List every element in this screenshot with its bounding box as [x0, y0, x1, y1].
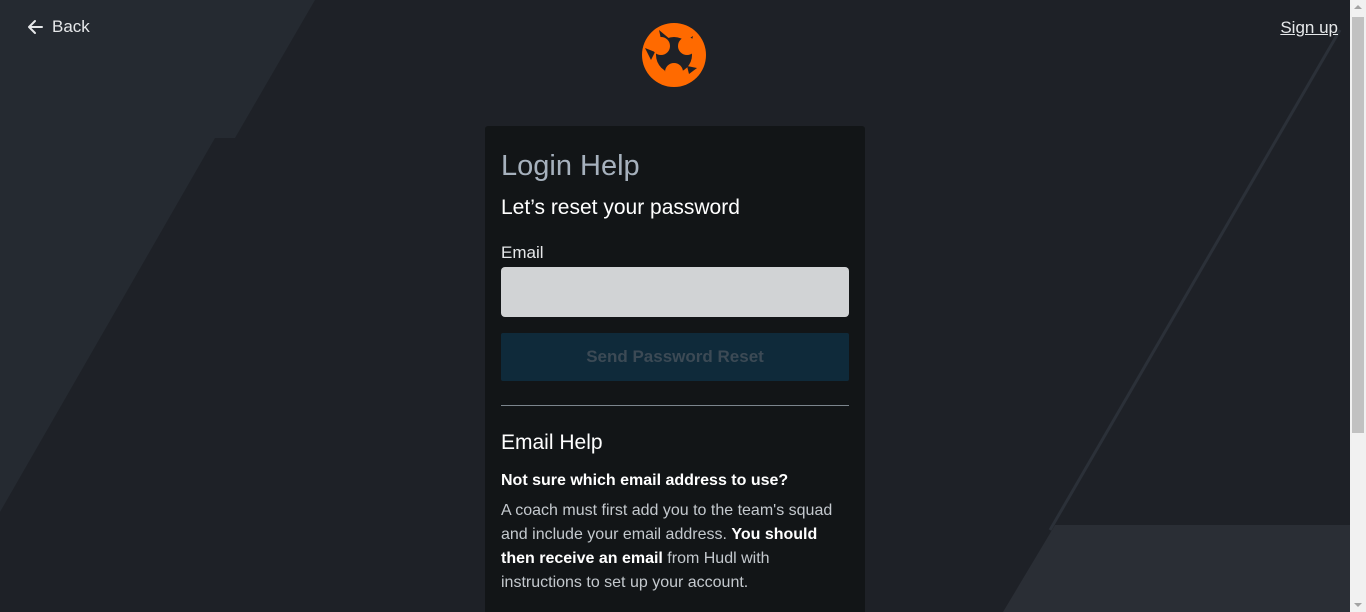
divider	[501, 405, 849, 406]
email-field[interactable]	[501, 267, 849, 317]
email-label: Email	[501, 243, 544, 262]
login-help-card: Login Help Let’s reset your password Ema…	[485, 126, 865, 612]
send-password-reset-button[interactable]: Send Password Reset	[501, 333, 849, 381]
hudl-logo-icon	[642, 23, 706, 87]
email-help-text: A coach must first add you to the team's…	[501, 499, 849, 595]
page-title: Login Help	[501, 150, 640, 182]
signup-link[interactable]: Sign up	[1280, 18, 1338, 38]
scroll-down-icon[interactable]	[1354, 603, 1362, 607]
page-subtitle: Let’s reset your password	[501, 196, 740, 219]
email-help-heading: Email Help	[501, 431, 603, 454]
back-button[interactable]: Back	[26, 17, 90, 37]
back-label: Back	[52, 17, 90, 36]
arrow-left-icon	[28, 20, 43, 34]
scroll-up-icon[interactable]	[1354, 5, 1362, 9]
email-help-question: Not sure which email address to use?	[501, 472, 789, 489]
scrollbar-thumb[interactable]	[1352, 17, 1364, 433]
scrollbar[interactable]	[1350, 0, 1366, 612]
